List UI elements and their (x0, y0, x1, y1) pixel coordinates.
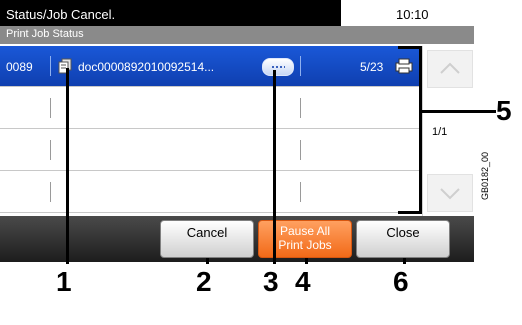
cell-separator (50, 140, 51, 160)
cancel-label: Cancel (186, 225, 228, 240)
job-row[interactable] (0, 88, 422, 129)
callout-4-line (305, 258, 308, 264)
callout-2-line (206, 258, 209, 264)
image-code: GB0182_00 (480, 151, 490, 200)
scroll-down-button[interactable] (427, 174, 473, 212)
cell-separator (300, 182, 301, 202)
cell-separator (300, 56, 301, 76)
status-title: Status/Job Cancel. (6, 7, 116, 22)
job-name: doc0000892010092514... (78, 60, 215, 74)
document-icon (58, 58, 72, 74)
close-button[interactable]: Close (356, 220, 450, 258)
callout-6-line (403, 258, 406, 264)
callout-1: 1 (56, 266, 72, 297)
callout-3-line (273, 70, 276, 264)
job-pages: 5/23 (360, 60, 384, 74)
callout-3: 3 (263, 266, 279, 297)
job-status-header-label: Print Job Status (6, 28, 84, 40)
printer-icon (395, 58, 413, 74)
close-label: Close (386, 225, 420, 240)
scroll-column (422, 46, 475, 216)
callout-5: 5 (496, 95, 512, 126)
callout-1-line (66, 68, 69, 264)
page-indicator: 1/1 (432, 126, 448, 138)
cell-separator (300, 140, 301, 160)
cell-separator (50, 98, 51, 118)
job-id: 0089 (6, 60, 33, 74)
ellipsis-icon (271, 66, 285, 68)
callout-6: 6 (393, 266, 409, 297)
job-row[interactable] (0, 130, 422, 171)
cell-separator (50, 182, 51, 202)
callout-2: 2 (196, 266, 212, 297)
callout-4: 4 (295, 266, 311, 297)
cell-separator (50, 56, 51, 76)
job-detail-button[interactable] (262, 58, 294, 76)
job-row[interactable] (0, 172, 422, 213)
job-row-selected[interactable]: 0089 doc0000892010092514... 5/23 (0, 46, 422, 87)
callout-5-line (422, 110, 496, 113)
chevron-up-icon (440, 62, 460, 74)
cancel-button[interactable]: Cancel (160, 220, 254, 258)
cell-separator (300, 98, 301, 118)
callout-5-bracket-side (419, 46, 422, 214)
callout-5-bracket-bottom (398, 211, 422, 214)
chevron-down-icon (440, 188, 460, 200)
clock: 10:10 (396, 7, 429, 22)
scroll-up-button[interactable] (427, 50, 473, 88)
